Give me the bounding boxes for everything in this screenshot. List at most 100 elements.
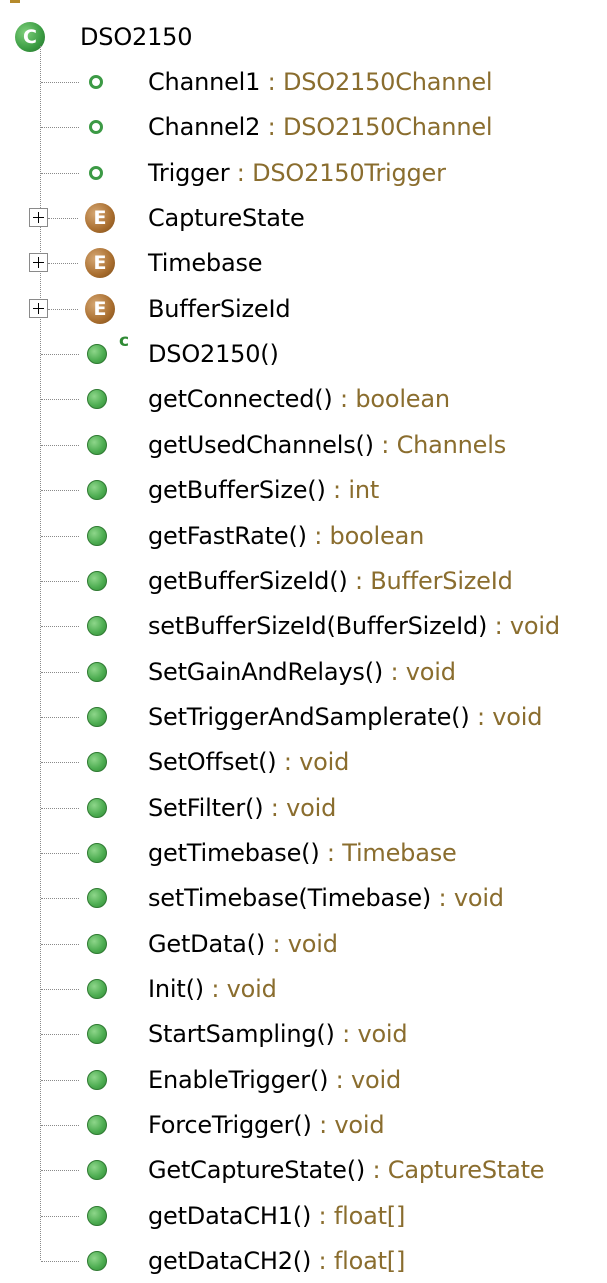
method-icon xyxy=(87,842,107,863)
tree-connector xyxy=(41,489,79,491)
tree-item-label: Timebase xyxy=(148,248,263,278)
member-name: getBufferSizeId() xyxy=(148,566,348,595)
tree-connector xyxy=(41,852,79,854)
tree-item-label: SetTriggerAndSamplerate() : void xyxy=(148,702,542,732)
member-type: : int xyxy=(325,475,380,504)
tree-item-enum[interactable]: E CaptureState xyxy=(0,195,607,240)
tree-item-enum[interactable]: E Timebase xyxy=(0,240,607,285)
tree-item-method[interactable]: SetFilter() : void xyxy=(0,785,607,830)
member-type: : void xyxy=(203,974,277,1003)
tree-connector xyxy=(41,535,79,537)
tree-item-constructor[interactable]: c DSO2150() xyxy=(0,331,607,376)
method-icon xyxy=(87,388,107,409)
method-icon xyxy=(87,570,107,591)
root-class-label: DSO2150 xyxy=(80,22,193,51)
member-type: : boolean xyxy=(306,521,425,550)
tree-item-label: getBufferSizeId() : BufferSizeId xyxy=(148,566,513,596)
tree-item-method[interactable]: SetOffset() : void xyxy=(0,739,607,784)
member-type: : Timebase xyxy=(319,838,457,867)
tree-item-method[interactable]: getFastRate() : boolean xyxy=(0,513,607,558)
tree-connector xyxy=(48,217,78,219)
tree-connector xyxy=(41,988,79,990)
tree-item-method[interactable]: SetGainAndRelays() : void xyxy=(0,649,607,694)
member-type: : CaptureState xyxy=(365,1155,545,1184)
tree-item-enum[interactable]: E BufferSizeId xyxy=(0,286,607,331)
tree-item-method[interactable]: getDataCH1() : float[] xyxy=(0,1193,607,1238)
tree-item-method[interactable]: getConnected() : boolean xyxy=(0,376,607,421)
member-type: : boolean xyxy=(332,384,450,413)
tree-connector xyxy=(41,172,79,174)
member-name: getDataCH2() xyxy=(148,1246,312,1275)
tree-item-method[interactable]: GetData() : void xyxy=(0,921,607,966)
method-icon xyxy=(87,751,107,772)
tree-item-label: Trigger : DSO2150Trigger xyxy=(148,158,446,188)
member-type: : float[] xyxy=(311,1201,406,1230)
member-name: SetFilter() xyxy=(148,793,264,822)
tree-item-method[interactable]: getTimebase() : Timebase xyxy=(0,830,607,875)
tree-connector xyxy=(41,444,79,446)
tree-item-method[interactable]: GetCaptureState() : CaptureState xyxy=(0,1147,607,1192)
tree-item-field[interactable]: Trigger : DSO2150Trigger xyxy=(0,150,607,195)
tree-connector xyxy=(41,716,79,718)
method-icon xyxy=(87,1159,107,1180)
member-name: StartSampling() xyxy=(148,1019,335,1048)
member-name: CaptureState xyxy=(148,203,305,232)
expand-toggle-icon[interactable] xyxy=(29,298,48,318)
method-icon xyxy=(87,479,107,500)
tree-item-label: getDataCH1() : float[] xyxy=(148,1201,405,1231)
tree-item-method[interactable]: getDataCH2() : float[] xyxy=(0,1238,607,1283)
member-type: : float[] xyxy=(311,1246,406,1275)
tree-item-method[interactable]: getBufferSizeId() : BufferSizeId xyxy=(0,558,607,603)
tree-connector xyxy=(41,126,79,128)
tree-item-field[interactable]: Channel2 : DSO2150Channel xyxy=(0,104,607,149)
tree-item-label: SetOffset() : void xyxy=(148,747,349,777)
member-name: getTimebase() xyxy=(148,838,320,867)
tree-connector xyxy=(41,1260,79,1262)
tree-item-label: GetCaptureState() : CaptureState xyxy=(148,1155,545,1185)
member-name: SetOffset() xyxy=(148,747,277,776)
tree-connector xyxy=(48,262,78,264)
method-icon xyxy=(87,797,107,818)
method-icon xyxy=(87,1114,107,1135)
tree-item-method[interactable]: setTimebase(Timebase) : void xyxy=(0,875,607,920)
tree-connector xyxy=(41,1215,79,1217)
tree-item-method[interactable]: Init() : void xyxy=(0,966,607,1011)
tree-connector xyxy=(41,1033,79,1035)
field-icon xyxy=(89,165,103,180)
member-type: : DSO2150Channel xyxy=(260,67,493,96)
member-type: : void xyxy=(469,702,543,731)
tree-item-method[interactable]: SetTriggerAndSamplerate() : void xyxy=(0,694,607,739)
method-icon xyxy=(87,933,107,954)
member-type: : void xyxy=(263,793,337,822)
tree-item-field[interactable]: Channel1 : DSO2150Channel xyxy=(0,59,607,104)
member-name: getUsedChannels() xyxy=(148,430,374,459)
member-name: Channel1 xyxy=(148,67,261,96)
tree-connector xyxy=(41,671,79,673)
tree-item-method[interactable]: getUsedChannels() : Channels xyxy=(0,422,607,467)
tree-root-class[interactable]: C DSO2150 xyxy=(0,14,607,59)
tree-item-label: getDataCH2() : float[] xyxy=(148,1246,405,1276)
tree-item-label: StartSampling() : void xyxy=(148,1019,408,1049)
tree-connector xyxy=(41,580,79,582)
tree-item-method[interactable]: getBufferSize() : int xyxy=(0,467,607,512)
method-icon xyxy=(87,887,107,908)
expand-toggle-icon[interactable] xyxy=(29,252,48,272)
outline-tree: C DSO2150 Channel1 : DSO2150Channel Chann… xyxy=(0,0,607,1277)
member-name: getFastRate() xyxy=(148,521,307,550)
tree-connector xyxy=(41,1124,79,1126)
expand-toggle-icon[interactable] xyxy=(29,207,48,227)
tree-item-label: GetData() : void xyxy=(148,929,338,959)
method-icon xyxy=(87,1250,107,1271)
tree-item-label: Init() : void xyxy=(148,974,277,1004)
tree-item-method[interactable]: setBufferSizeId(BufferSizeId) : void xyxy=(0,603,607,648)
tree-item-method[interactable]: StartSampling() : void xyxy=(0,1011,607,1056)
tree-item-label: getBufferSize() : int xyxy=(148,475,379,505)
tree-connector xyxy=(41,1079,79,1081)
tree-item-method[interactable]: ForceTrigger() : void xyxy=(0,1102,607,1147)
tree-connector xyxy=(41,897,79,899)
field-icon xyxy=(89,74,103,89)
tree-connector xyxy=(41,943,79,945)
method-icon xyxy=(87,1205,107,1226)
enum-icon: E xyxy=(85,293,115,324)
tree-item-method[interactable]: EnableTrigger() : void xyxy=(0,1057,607,1102)
